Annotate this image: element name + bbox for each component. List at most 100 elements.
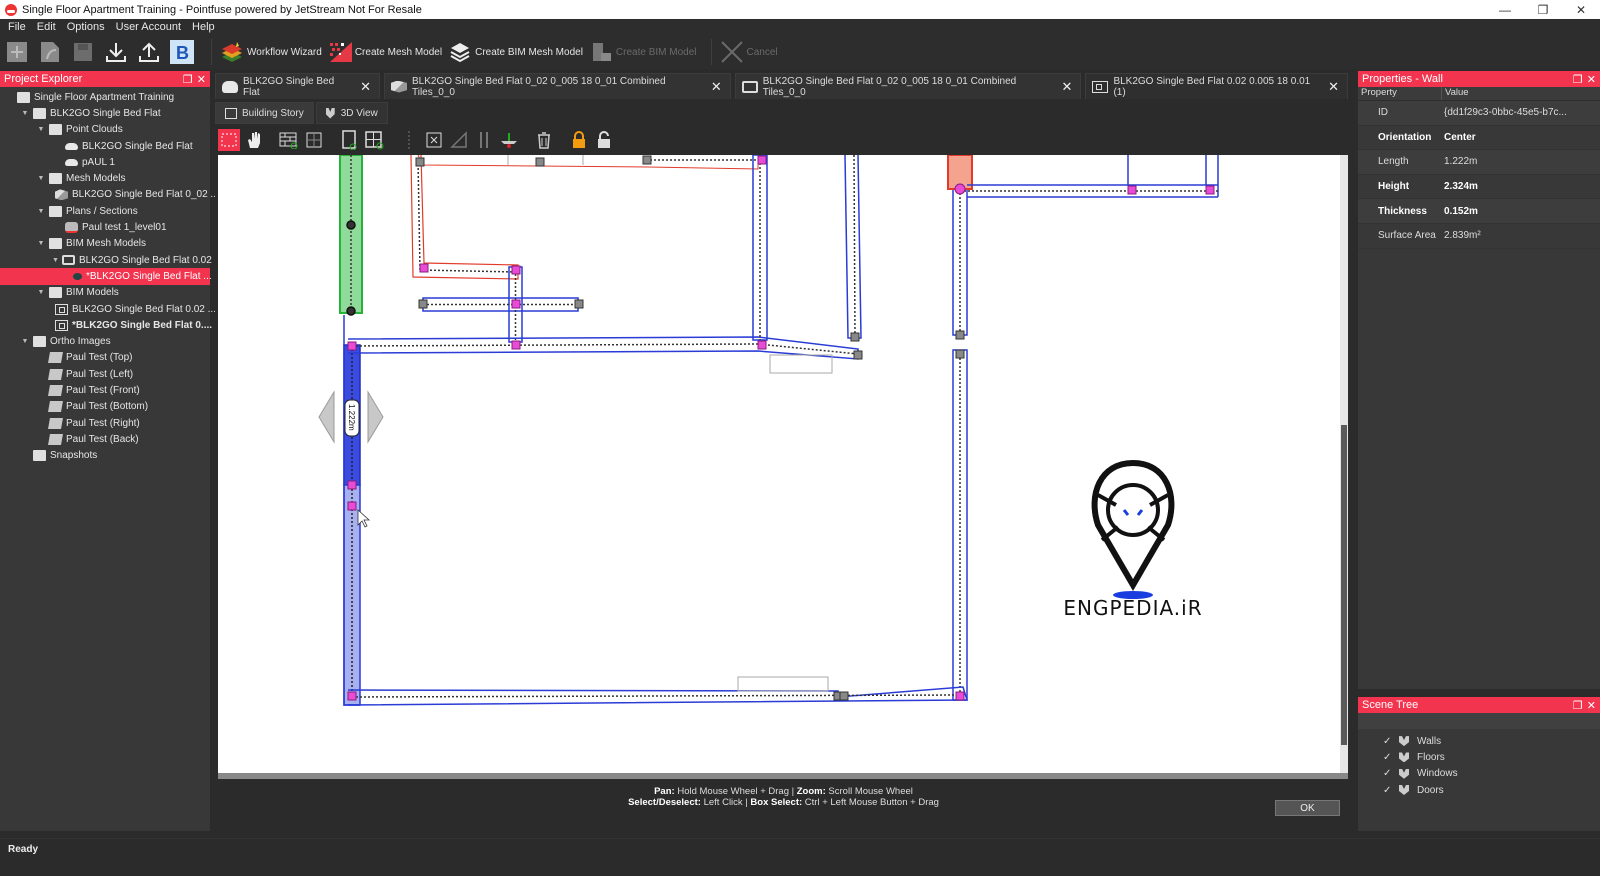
tree-item[interactable]: *BLK2GO Single Bed Flat 0.... [0,317,212,333]
close-tab-icon[interactable]: ✕ [711,79,722,95]
close-tab-icon[interactable]: ✕ [1328,79,1339,95]
tree-item[interactable]: ▼ Ortho Images [0,333,210,349]
tree-item[interactable]: Paul Test (Back) [0,431,210,447]
create-bim-mesh-model-button[interactable]: Create BIM Mesh Model [448,37,583,67]
ok-button[interactable]: OK [1275,800,1340,816]
lock-tool[interactable] [568,129,590,151]
tree-item[interactable]: Snapshots [0,448,210,464]
expand-arrow-icon[interactable]: ▼ [20,338,30,345]
cancel-button[interactable]: Cancel [720,37,778,67]
document-tab[interactable]: BLK2GO Single Bed Flat ✕ [215,73,380,99]
tree-item[interactable]: ▼ BLK2GO Single Bed Flat [0,105,210,121]
visibility-checkbox[interactable]: ✓ [1383,736,1395,747]
delete-joint-tool[interactable] [423,129,445,151]
expand-arrow-icon[interactable]: ▼ [20,110,30,117]
floor-plan-canvas[interactable]: 1.222m ENGPEDIA.iR [218,155,1340,773]
close-button[interactable]: ✕ [1562,0,1600,19]
document-tab[interactable]: BLK2GO Single Bed Flat 0.02 0.005 18 0.0… [1085,73,1348,99]
expand-arrow-icon[interactable]: ▼ [36,289,46,296]
property-row[interactable]: Orientation Center [1358,126,1600,151]
tree-item[interactable]: BLK2GO Single Bed Flat 0_02 ... [0,187,219,203]
menu-edit[interactable]: Edit [37,21,56,33]
tree-item[interactable]: Paul Test (Left) [0,366,210,382]
scene-tree-item[interactable]: ✓ Walls [1358,733,1600,749]
parallel-tool[interactable] [473,129,495,151]
horizontal-scrollbar[interactable] [218,773,1348,779]
tree-item[interactable]: Paul test 1_level01 [0,219,210,235]
create-bim-model-button[interactable]: Create BIM Model [589,37,697,67]
scene-tree-item[interactable]: ✓ Doors [1358,782,1600,798]
menu-user-account[interactable]: User Account [116,21,181,33]
property-row[interactable]: Surface Area 2.839m² [1358,224,1600,249]
restore-button[interactable]: ❐ [1524,0,1562,19]
tree-item[interactable]: Paul Test (Bottom) [0,399,210,415]
document-tab[interactable]: BLK2GO Single Bed Flat 0_02 0_005 18 0_0… [384,73,731,99]
import-button[interactable] [104,37,131,67]
tab-3d-view[interactable]: 3D View [315,102,388,124]
expand-arrow-icon[interactable]: ▼ [52,257,59,264]
visibility-checkbox[interactable]: ✓ [1383,785,1395,796]
minimize-button[interactable]: — [1486,0,1524,19]
expand-arrow-icon[interactable]: ▼ [36,240,46,247]
property-row[interactable]: ID {dd1f29c3-0bbc-45e5-b7c... [1358,101,1600,126]
tree-item[interactable]: ▼ BIM Models [0,285,210,301]
floor-split-tool[interactable] [498,129,520,151]
tree-item[interactable]: Paul Test (Top) [0,350,210,366]
plus-icon [5,40,29,64]
tree-item[interactable]: ▼ Plans / Sections [0,203,210,219]
property-row[interactable]: Thickness 0.152m [1358,199,1600,224]
tree-item[interactable]: ▼ BIM Mesh Models [0,236,210,252]
workflow-wizard-button[interactable]: Workflow Wizard [220,37,322,67]
tree-item[interactable]: *BLK2GO Single Bed Flat ... [0,268,212,285]
visibility-checkbox[interactable]: ✓ [1383,752,1395,763]
close-panel-icon[interactable]: ✕ [1587,699,1596,712]
delete-tool[interactable] [533,129,555,151]
unlock-tool[interactable] [593,129,615,151]
visibility-checkbox[interactable]: ✓ [1383,768,1395,779]
tree-item[interactable]: BLK2GO Single Bed Flat 0.02 ... [0,301,216,317]
menu-file[interactable]: File [8,21,26,33]
join-tool[interactable] [398,129,420,151]
angle-tool[interactable] [448,129,470,151]
tree-item[interactable]: pAUL 1 [0,154,210,170]
menu-options[interactable]: Options [67,21,105,33]
vertical-scrollbar[interactable] [1340,155,1348,773]
box-select-tool[interactable] [218,129,240,151]
tree-item[interactable]: BLK2GO Single Bed Flat [0,138,210,154]
tree-item[interactable]: Paul Test (Front) [0,382,210,398]
add-wall-tool[interactable] [278,129,300,151]
tree-item[interactable]: ▼ Point Clouds [0,122,210,138]
open-project-button[interactable] [38,37,65,67]
scrollbar-thumb[interactable] [1341,425,1347,745]
add-door-tool[interactable] [338,129,360,151]
export-button[interactable] [137,37,164,67]
tree-item[interactable]: ▼ Mesh Models [0,170,210,186]
float-panel-icon[interactable]: ❐ [1573,73,1583,86]
save-button[interactable] [71,37,98,67]
tree-item[interactable]: ▼ BLK2GO Single Bed Flat 0.02 ... [0,252,223,268]
scene-tree-item[interactable]: ✓ Windows [1358,766,1600,782]
add-window-tool[interactable] [363,129,385,151]
expand-arrow-icon[interactable]: ▼ [36,208,46,215]
create-mesh-model-button[interactable]: Create Mesh Model [328,37,442,67]
bim360-button[interactable]: B [170,37,197,67]
split-room-tool[interactable] [303,129,325,151]
property-row[interactable]: Height 2.324m [1358,175,1600,200]
scene-tree-item[interactable]: ✓ Floors [1358,749,1600,765]
float-panel-icon[interactable]: ❐ [183,73,193,86]
tree-item[interactable]: Paul Test (Right) [0,415,210,431]
close-panel-icon[interactable]: ✕ [197,73,206,86]
document-tab[interactable]: BLK2GO Single Bed Flat 0_02 0_005 18 0_0… [734,73,1082,99]
expand-arrow-icon[interactable]: ▼ [36,126,46,133]
expand-arrow-icon[interactable]: ▼ [36,175,46,182]
new-project-button[interactable] [5,37,32,67]
pan-tool[interactable] [243,129,265,151]
close-panel-icon[interactable]: ✕ [1587,73,1596,86]
float-panel-icon[interactable]: ❐ [1573,699,1583,712]
menu-help[interactable]: Help [192,21,215,33]
property-row[interactable]: Length 1.222m [1358,150,1600,175]
tab-building-story[interactable]: Building Story [215,102,314,124]
close-tab-icon[interactable]: ✕ [360,79,371,95]
tree-item[interactable]: Single Floor Apartment Training [0,89,210,105]
close-tab-icon[interactable]: ✕ [1062,79,1073,95]
